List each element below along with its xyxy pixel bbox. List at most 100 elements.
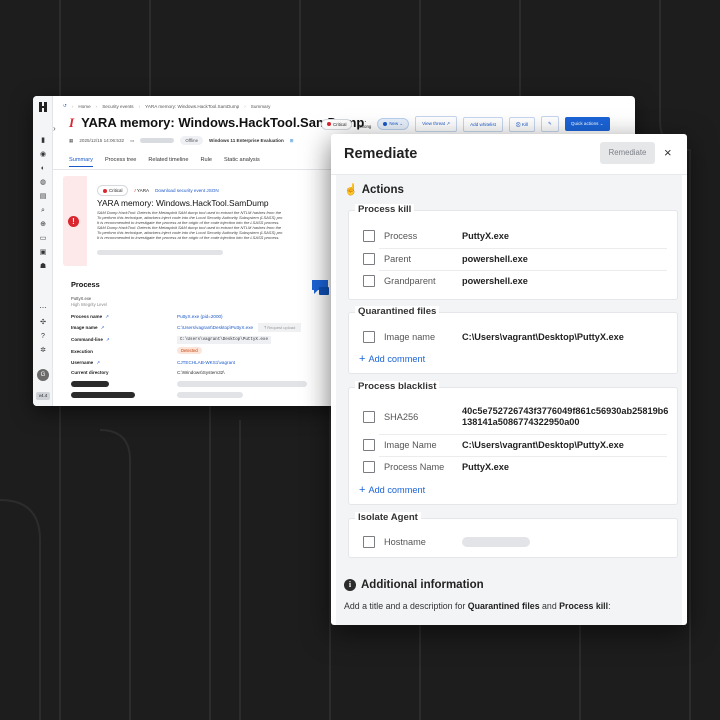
breadcrumb-home[interactable]: Home bbox=[78, 104, 90, 109]
row-value: PuttyX.exe bbox=[462, 462, 509, 472]
additional-info-heading: i Additional information bbox=[344, 579, 484, 591]
info-icon: i bbox=[344, 579, 356, 591]
add-comment-button[interactable]: + Add comment bbox=[359, 353, 425, 365]
process-icon bbox=[312, 280, 329, 295]
quarantined-row[interactable]: Image name C:\Users\vagrant\Desktop\Putt… bbox=[349, 326, 677, 348]
process-kill-group: Process kill Process PuttyX.exe Parent p… bbox=[348, 204, 678, 300]
row-label: Hostname bbox=[384, 537, 426, 547]
parent-checkbox[interactable] bbox=[363, 253, 375, 265]
row-value: PuttyX.exe bbox=[462, 231, 509, 241]
avatar[interactable]: G bbox=[37, 369, 49, 381]
tab-process-tree[interactable]: Process tree bbox=[105, 157, 136, 167]
blacklist-row[interactable]: Process Name PuttyX.exe bbox=[349, 456, 677, 478]
remediate-panel: Remediate Remediate × ☝ Actions Process … bbox=[331, 134, 687, 625]
current-directory-label: Current directory bbox=[71, 370, 109, 375]
hostname-checkbox[interactable] bbox=[363, 536, 375, 548]
users-icon[interactable]: ☗ bbox=[39, 263, 47, 270]
save-icon[interactable]: ▤ bbox=[39, 193, 47, 200]
request-upload-button[interactable]: ⤒ Request upload bbox=[258, 323, 302, 332]
actions-title: Actions bbox=[361, 183, 404, 196]
help-icon[interactable]: ? bbox=[39, 333, 47, 340]
tab-static-analysis[interactable]: Static analysis bbox=[224, 157, 260, 167]
monitor-icon[interactable]: ▭ bbox=[39, 235, 47, 242]
back-icon[interactable]: ↺ bbox=[63, 103, 67, 109]
row-value: 40c5e752726743f3776049f861c56930ab25819b… bbox=[462, 405, 669, 428]
row-value: powershell.exe bbox=[462, 276, 528, 286]
image-name-checkbox[interactable] bbox=[363, 331, 375, 343]
username-label: Username ↗ bbox=[71, 360, 100, 366]
process-kill-row[interactable]: Grandparent powershell.exe bbox=[349, 270, 677, 292]
process-subtitle: PuttyX.exe High Integrity Level bbox=[71, 296, 107, 307]
status-dropdown[interactable]: New ⌄ bbox=[377, 118, 410, 130]
alert-title: YARA memory: Windows.HackTool.SamDump bbox=[97, 198, 269, 208]
header-actions: Critical ◔ Strong New ⌄ View threat ↗ Add… bbox=[321, 116, 610, 132]
close-icon[interactable]: × bbox=[664, 145, 672, 160]
tab-bar: Summary Process tree Related timeline Ru… bbox=[69, 157, 260, 167]
settings-icon[interactable]: ✲ bbox=[39, 347, 47, 354]
view-threat-button[interactable]: View threat ↗ bbox=[415, 116, 458, 132]
tab-summary[interactable]: Summary bbox=[69, 157, 93, 167]
description-line: It is recommended to investigate the pro… bbox=[97, 235, 280, 240]
event-meta: ▦ 2025/12/15 14:06:532 ▭ Offline Windows… bbox=[69, 136, 294, 145]
tools-icon[interactable]: ✣ bbox=[39, 319, 47, 326]
external-link-icon[interactable]: ↗ bbox=[96, 360, 100, 365]
row-label: Image name bbox=[71, 325, 98, 330]
zoom-icon[interactable]: ⊕ bbox=[39, 221, 47, 228]
info-bold-quarantined: Quarantined files bbox=[467, 601, 540, 611]
tab-rule[interactable]: Rule bbox=[200, 157, 212, 167]
process-checkbox[interactable] bbox=[363, 230, 375, 242]
row-label: Image name bbox=[384, 332, 436, 342]
redacted-bar bbox=[71, 392, 135, 398]
breadcrumb-security-events[interactable]: Security events bbox=[102, 104, 133, 109]
offline-badge: Offline bbox=[180, 136, 204, 145]
process-kill-row[interactable]: Process PuttyX.exe bbox=[349, 225, 677, 247]
isolate-agent-group: Isolate Agent Hostname bbox=[348, 512, 678, 558]
shield-icon[interactable]: ◉ bbox=[39, 151, 47, 158]
expand-sidebar-icon[interactable]: › bbox=[53, 124, 56, 133]
image-name-checkbox[interactable] bbox=[363, 439, 375, 451]
process-kill-row[interactable]: Parent powershell.exe bbox=[349, 248, 677, 270]
add-whitelist-button[interactable]: Add whitelist bbox=[463, 116, 503, 132]
command-line-label: Command-line ↗ bbox=[71, 337, 110, 343]
search-icon[interactable]: ⌕ bbox=[39, 207, 47, 214]
command-line-code: C:\Users\vagrant\Desktop\PuttyX.exe bbox=[177, 336, 271, 344]
strong-label: Strong bbox=[358, 124, 372, 129]
external-link-icon[interactable]: ↗ bbox=[105, 314, 109, 319]
breadcrumb-event[interactable]: YARA memory: Windows.HackTool.SamDump bbox=[145, 104, 239, 109]
left-rail: ▮ ◉ ◐ ◍ ▤ ⌕ ⊕ ▭ ▣ ☗ ⋯ ✣ ? ✲ G v4.4 bbox=[33, 96, 53, 406]
image-name-value[interactable]: C:\Users\vagrant\Desktop\PuttyX.exe ⤒ Re… bbox=[177, 323, 302, 332]
grandparent-checkbox[interactable] bbox=[363, 275, 375, 287]
timestamp: 2025/12/15 14:06:532 bbox=[79, 138, 125, 143]
blacklist-row[interactable]: SHA256 40c5e752726743f3776049f861c56930a… bbox=[349, 401, 677, 433]
detected-badge: Detected bbox=[177, 347, 202, 354]
tab-related-timeline[interactable]: Related timeline bbox=[148, 157, 188, 167]
add-comment-label: Add comment bbox=[368, 354, 426, 364]
blacklist-row[interactable]: Image Name C:\Users\vagrant\Desktop\Putt… bbox=[349, 434, 677, 456]
process-name-value[interactable]: PuttyX.exe (pid=2000) bbox=[177, 314, 223, 319]
kill-button[interactable]: ⛒ Kill bbox=[508, 116, 536, 132]
alert-icon[interactable]: ◐ bbox=[39, 165, 47, 172]
calendar-icon: ▦ bbox=[69, 137, 74, 143]
external-link-icon[interactable]: ↗ bbox=[106, 337, 110, 342]
strong-indicator: ◔ Strong bbox=[358, 119, 372, 129]
process-name-checkbox[interactable] bbox=[363, 461, 375, 473]
plus-icon: + bbox=[359, 484, 366, 496]
image-path[interactable]: C:\Users\vagrant\Desktop\PuttyX.exe bbox=[177, 325, 253, 330]
more-icon[interactable]: ⋯ bbox=[39, 305, 47, 312]
download-json-link[interactable]: Download security event JSON bbox=[155, 188, 219, 193]
dashboard-icon[interactable]: ▮ bbox=[39, 137, 47, 144]
quick-actions-button[interactable]: Quick actions ⌄ bbox=[564, 117, 610, 131]
quarantined-files-group: Quarantined files Image name C:\Users\va… bbox=[348, 306, 678, 374]
monitor-small-icon: ▭ bbox=[130, 137, 135, 143]
comment-button[interactable]: ✎ bbox=[541, 116, 559, 132]
version-badge: v4.4 bbox=[36, 392, 50, 400]
remediate-button[interactable]: Remediate bbox=[600, 142, 655, 164]
sha256-checkbox[interactable] bbox=[363, 411, 375, 423]
lock-icon[interactable]: ▣ bbox=[39, 249, 47, 256]
add-comment-button[interactable]: + Add comment bbox=[359, 484, 425, 496]
username-value[interactable]: CJTECHLAB-WKS1\vagrant bbox=[177, 360, 235, 365]
isolate-row[interactable]: Hostname bbox=[349, 531, 677, 553]
threat-icon[interactable]: ◍ bbox=[39, 179, 47, 186]
external-link-icon[interactable]: ↗ bbox=[101, 325, 105, 330]
redacted-bar bbox=[177, 392, 243, 398]
